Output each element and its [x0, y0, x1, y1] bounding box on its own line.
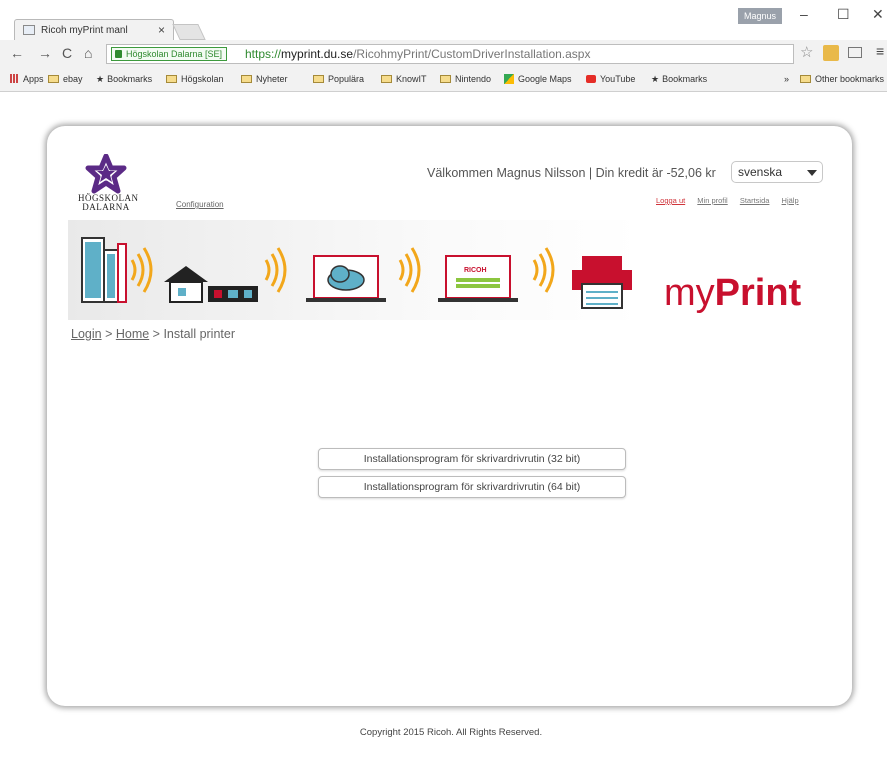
star-logo-icon	[85, 154, 127, 194]
other-bookmarks[interactable]: Other bookmarks	[800, 74, 884, 84]
install-32bit-button[interactable]: Installationsprogram för skrivardrivruti…	[318, 448, 626, 470]
bookmark-bookmarks-2[interactable]: ★ Bookmarks	[651, 74, 707, 85]
copyright-text: Copyright 2015 Ricoh. All Rights Reserve…	[359, 727, 543, 738]
url-scheme: https://	[245, 47, 282, 61]
close-window-button[interactable]: ✕	[872, 6, 884, 23]
breadcrumb-separator: >	[149, 327, 164, 341]
printer-icon	[572, 256, 632, 309]
house-icon	[164, 266, 258, 303]
bookmark-populara[interactable]: Populära	[313, 74, 364, 84]
url-host: myprint.du.se	[281, 47, 354, 61]
profile-button[interactable]: Magnus	[738, 8, 782, 24]
breadcrumb-login[interactable]: Login	[71, 327, 102, 341]
my-profile-link[interactable]: Min profil	[697, 196, 727, 205]
bookmark-bookmarks[interactable]: ★ Bookmarks	[96, 74, 152, 85]
breadcrumb-current: Install printer	[163, 327, 235, 341]
top-links: Logga ut Min profil Startsida Hjälp	[656, 196, 809, 205]
folder-icon	[48, 75, 59, 83]
breadcrumb-separator: >	[101, 327, 116, 341]
bookmarks-bar: Apps ebay ★ Bookmarks Högskolan Nyheter P…	[0, 69, 887, 91]
maximize-button[interactable]: ☐	[837, 6, 850, 23]
page-favicon-icon	[23, 25, 35, 35]
ricoh-screen-label: RICOH	[464, 267, 487, 274]
bookmark-ebay[interactable]: ebay	[48, 74, 83, 84]
banner-illustration: RICOH	[81, 237, 632, 309]
bookmark-knowit[interactable]: KnowIT	[381, 74, 427, 84]
folder-icon	[381, 75, 392, 83]
url-path: /RicohmyPrint/CustomDriverInstallation.a…	[353, 47, 591, 61]
home-icon[interactable]: ⌂	[84, 45, 92, 61]
browser-tab[interactable]: Ricoh myPrint manl ×	[14, 19, 174, 41]
bookmark-star-icon[interactable]: ☆	[800, 43, 813, 61]
laptop-ricoh-icon: RICOH	[438, 255, 518, 302]
security-label: Högskolan Dalarna [SE]	[126, 49, 223, 59]
cast-icon[interactable]	[848, 47, 862, 58]
breadcrumb: Login > Home > Install printer	[71, 327, 235, 341]
bookmark-hogskolan[interactable]: Högskolan	[166, 74, 224, 84]
myprint-brand: myPrint	[664, 272, 801, 315]
apps-icon	[10, 74, 19, 83]
buildings-icon	[81, 237, 127, 303]
folder-icon	[241, 75, 252, 83]
install-64bit-button[interactable]: Installationsprogram för skrivardrivruti…	[318, 476, 626, 498]
laptop-cloud-icon	[306, 255, 386, 302]
bookmark-apps[interactable]: Apps	[10, 74, 44, 84]
security-badge[interactable]: Högskolan Dalarna [SE]	[111, 47, 228, 61]
language-select[interactable]: svenska	[731, 161, 823, 183]
lock-icon	[115, 50, 122, 58]
tab-close-icon[interactable]: ×	[158, 23, 165, 37]
tab-title: Ricoh myPrint manl	[41, 25, 128, 36]
menu-icon[interactable]: ≡	[876, 43, 884, 59]
reload-icon[interactable]: C	[62, 45, 72, 61]
folder-icon	[440, 75, 451, 83]
new-tab-button[interactable]	[172, 24, 206, 40]
forward-icon[interactable]: →	[38, 45, 52, 61]
brand-print: Print	[714, 272, 802, 314]
folder-icon	[313, 75, 324, 83]
logout-link[interactable]: Logga ut	[656, 196, 685, 205]
maps-icon	[504, 74, 514, 84]
brand-my: my	[664, 272, 715, 314]
folder-icon	[800, 75, 811, 83]
logo-line-2: DALARNA	[82, 202, 130, 212]
back-icon[interactable]: ←	[10, 45, 24, 61]
star-icon: ★	[96, 74, 105, 84]
start-page-link[interactable]: Startsida	[740, 196, 770, 205]
chevron-down-icon	[807, 170, 817, 176]
minimize-button[interactable]: –	[800, 6, 808, 22]
browser-toolbar: ← → C ⌂ Högskolan Dalarna [SE] https://m…	[0, 40, 887, 68]
page-card	[47, 126, 852, 706]
more-bookmarks-button[interactable]: »	[784, 74, 789, 84]
tab-strip: Ricoh myPrint manl × Magnus – ☐ ✕	[0, 0, 887, 41]
extension-icon[interactable]	[823, 45, 839, 61]
bookmark-nintendo[interactable]: Nintendo	[440, 74, 491, 84]
browser-chrome: Ricoh myPrint manl × Magnus – ☐ ✕ ← → C …	[0, 0, 887, 92]
bookmark-nyheter[interactable]: Nyheter	[241, 74, 288, 84]
folder-icon	[166, 75, 177, 83]
youtube-icon	[586, 75, 596, 83]
help-link[interactable]: Hjälp	[782, 196, 799, 205]
configuration-link[interactable]: Configuration	[176, 200, 224, 209]
bookmark-youtube[interactable]: YouTube	[586, 74, 635, 84]
address-bar[interactable]: Högskolan Dalarna [SE] https://myprint.d…	[106, 44, 794, 64]
university-logo[interactable]: HÖGSKOLAN DALARNA	[78, 154, 138, 214]
breadcrumb-home[interactable]: Home	[116, 327, 149, 341]
language-selected: svenska	[738, 165, 783, 179]
star-icon: ★	[651, 74, 660, 84]
url-text[interactable]: https://myprint.du.se/RicohmyPrint/Custo…	[245, 45, 590, 63]
welcome-text: Välkommen Magnus Nilsson | Din kredit är…	[427, 166, 716, 180]
bookmark-google-maps[interactable]: Google Maps	[504, 74, 572, 84]
